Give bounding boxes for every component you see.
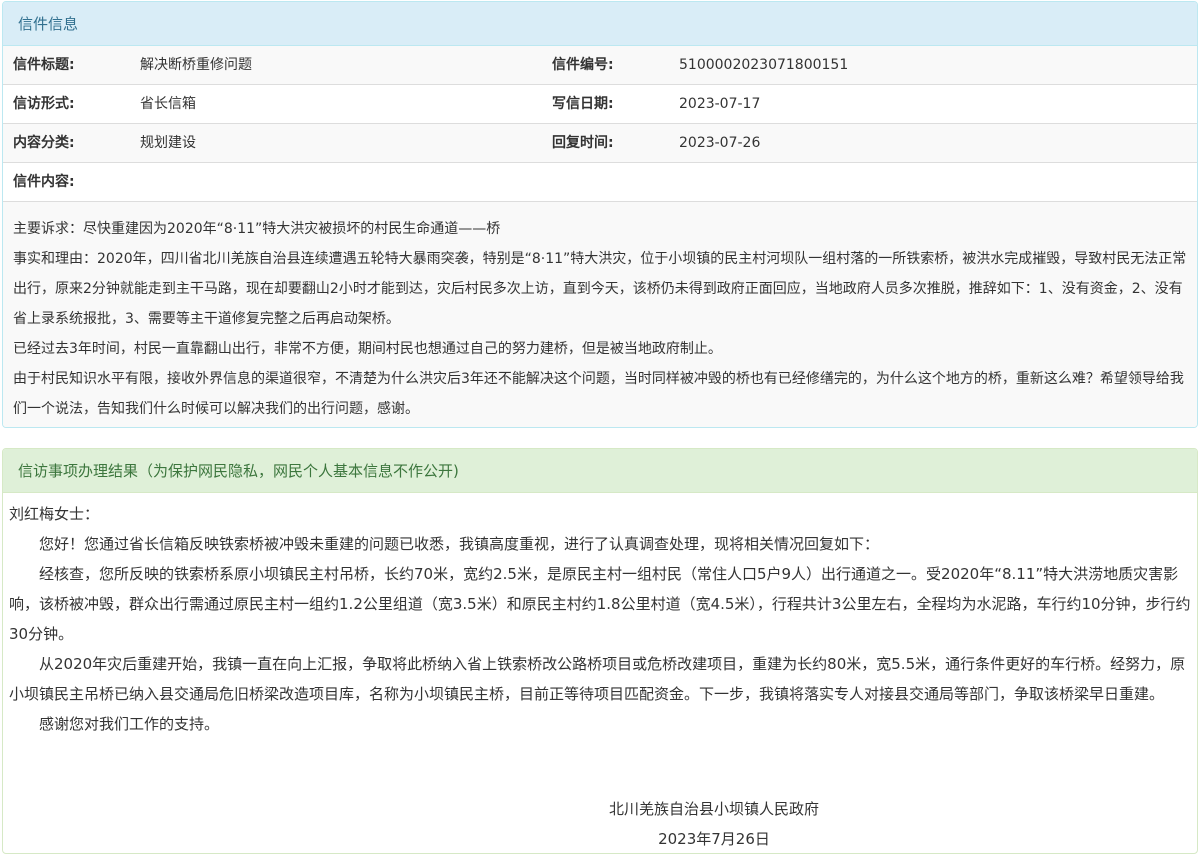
letter-info-panel: 信件信息 信件标题: 解决断桥重修问题 信件编号: 51000020230718… — [2, 1, 1198, 428]
letter-category-label: 内容分类: — [13, 135, 75, 151]
letter-number-label: 信件编号: — [552, 57, 614, 73]
letter-content-paragraph: 主要诉求：尽快重建因为2020年“8·11”特大洪灾被损坏的村民生命通道——桥 — [13, 221, 501, 237]
reply-paragraph: 感谢您对我们工作的支持。 — [39, 715, 220, 733]
reply-salutation: 刘红梅女士： — [9, 505, 100, 523]
reply-paragraph: 经核查，您所反映的铁索桥系原小坝镇民主村吊桥，长约70米，宽约2.5米，是原民主… — [9, 565, 1191, 643]
letter-form-value: 省长信箱 — [140, 96, 196, 112]
reply-time-value: 2023-07-26 — [679, 135, 761, 151]
letter-category-value: 规划建设 — [140, 135, 196, 151]
reply-result-heading: 信访事项办理结果（为保护网民隐私，网民个人基本信息不作公开) — [3, 449, 1197, 493]
letter-info-heading: 信件信息 — [3, 2, 1197, 46]
letter-content-paragraph: 由于村民知识水平有限，接收外界信息的渠道很窄，不清楚为什么洪灾后3年还不能解决这… — [13, 371, 1184, 417]
letter-date-label: 写信日期: — [552, 96, 614, 112]
reply-paragraph: 从2020年灾后重建开始，我镇一直在向上汇报，争取将此桥纳入省上铁索桥改公路桥项… — [9, 655, 1186, 703]
letter-date-value: 2023-07-17 — [679, 96, 761, 112]
letter-info-row-form: 信访形式: 省长信箱 写信日期: 2023-07-17 — [3, 85, 1197, 124]
letter-form-label: 信访形式: — [13, 96, 75, 112]
letter-content-label: 信件内容: — [13, 174, 75, 190]
signature-organization: 北川羌族自治县小坝镇人民政府 — [608, 800, 819, 818]
letter-title-value: 解决断桥重修问题 — [140, 57, 252, 73]
reply-time-label: 回复时间: — [552, 135, 614, 151]
reply-body: 刘红梅女士： 您好！您通过省长信箱反映铁索桥被冲毁未重建的问题已收悉，我镇高度重… — [3, 493, 1197, 739]
letter-title-label: 信件标题: — [13, 57, 75, 73]
letter-info-row-title: 信件标题: 解决断桥重修问题 信件编号: 5100002023071800151 — [3, 46, 1197, 85]
letter-number-value: 5100002023071800151 — [679, 57, 849, 73]
letter-content-paragraph: 事实和理由：2020年，四川省北川羌族自治县连续遭遇五轮特大暴雨突袭，特别是“8… — [13, 251, 1187, 327]
signature-date: 2023年7月26日 — [658, 830, 770, 848]
reply-paragraph: 您好！您通过省长信箱反映铁索桥被冲毁未重建的问题已收悉，我镇高度重视，进行了认真… — [39, 535, 880, 553]
letter-content: 主要诉求：尽快重建因为2020年“8·11”特大洪灾被损坏的村民生命通道——桥 … — [3, 202, 1197, 427]
reply-result-panel: 信访事项办理结果（为保护网民隐私，网民个人基本信息不作公开) 刘红梅女士： 您好… — [2, 448, 1198, 854]
letter-content-paragraph: 已经过去3年时间，村民一直靠翻山出行，非常不方便，期间村民也想通过自己的努力建桥… — [13, 341, 722, 357]
letter-info-row-category: 内容分类: 规划建设 回复时间: 2023-07-26 — [3, 124, 1197, 163]
letter-content-label-row: 信件内容: — [3, 163, 1197, 202]
